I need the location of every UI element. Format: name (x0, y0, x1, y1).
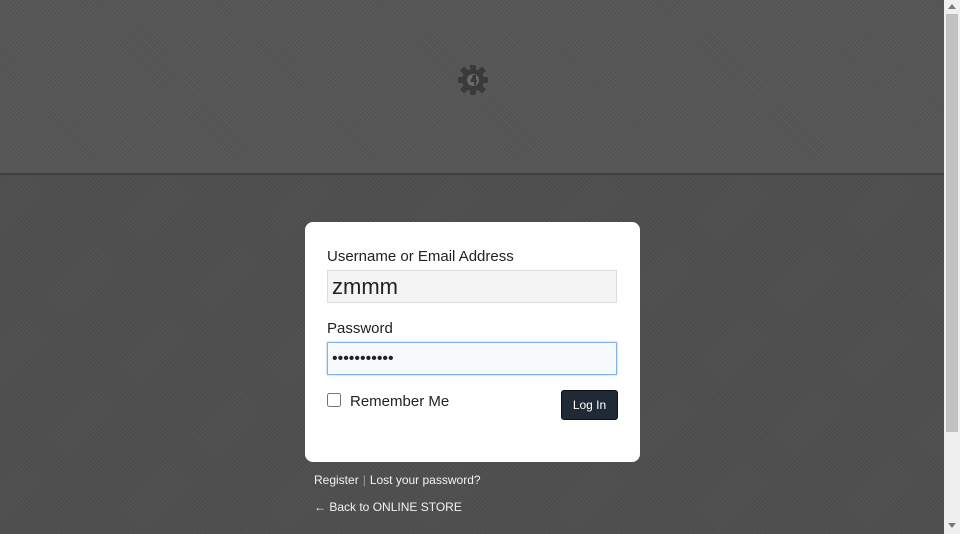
password-input[interactable] (327, 342, 617, 375)
scroll-up-arrow-icon[interactable] (948, 4, 956, 9)
lost-password-link[interactable]: Lost your password? (370, 473, 481, 487)
login-button[interactable]: Log In (561, 390, 618, 420)
username-input[interactable] (327, 270, 617, 303)
remember-me-checkbox[interactable] (327, 393, 341, 407)
gear-badge-icon (458, 65, 488, 95)
scroll-down-arrow-icon[interactable] (948, 523, 956, 528)
username-label: Username or Email Address (327, 248, 514, 265)
register-link[interactable]: Register (314, 473, 359, 487)
login-card: Username or Email Address Password Remem… (305, 222, 640, 462)
auth-links: Register | Lost your password? (314, 473, 481, 487)
remember-me-label[interactable]: Remember Me (350, 393, 449, 410)
scrollbar-thumb[interactable] (946, 14, 958, 432)
password-label: Password (327, 320, 393, 337)
header-band (0, 0, 944, 175)
link-separator: | (362, 473, 366, 487)
back-to-store-link[interactable]: ← Back to ONLINE STORE (314, 500, 462, 514)
